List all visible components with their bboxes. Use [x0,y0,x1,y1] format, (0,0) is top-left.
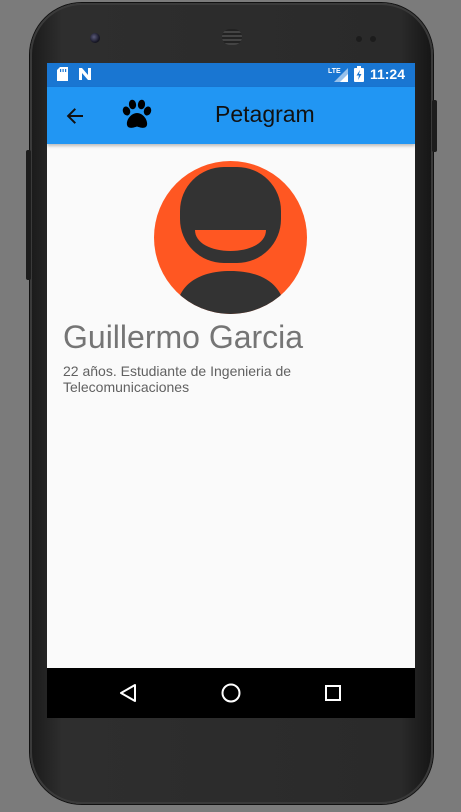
user-avatar-icon [154,161,307,314]
app-bar: Petagram [47,87,415,144]
status-bar: LTE 11:24 [47,63,415,87]
volume-button [26,150,31,280]
sd-card-icon [57,67,68,81]
lte-signal-icon: LTE [328,68,348,82]
navigation-bar [47,668,415,718]
arrow-back-icon [66,108,83,124]
status-clock: 11:24 [369,66,405,82]
profile-description: 22 años. Estudiante de Ingenieria de Tel… [63,363,292,395]
paw-icon [122,99,152,128]
svg-text:LTE: LTE [328,68,341,75]
nav-back-button[interactable] [114,679,142,707]
battery-icon [353,66,364,82]
back-button[interactable] [59,100,91,132]
proximity-sensor [356,36,362,42]
device-screen: LTE 11:24 Petagram Guillermo Garcia 22 a… [47,63,415,718]
light-sensor [370,36,376,42]
power-button [432,100,437,152]
profile-name: Guillermo Garcia [63,319,304,355]
earpiece-speaker [222,29,242,45]
home-circle-icon [221,683,241,703]
front-camera-icon [90,33,100,43]
n-notification-icon [79,68,91,80]
nav-recents-button[interactable] [319,679,347,707]
back-triangle-icon [120,684,136,702]
app-title: Petagram [215,101,315,127]
recents-square-icon [325,685,341,701]
nav-home-button[interactable] [217,679,245,707]
